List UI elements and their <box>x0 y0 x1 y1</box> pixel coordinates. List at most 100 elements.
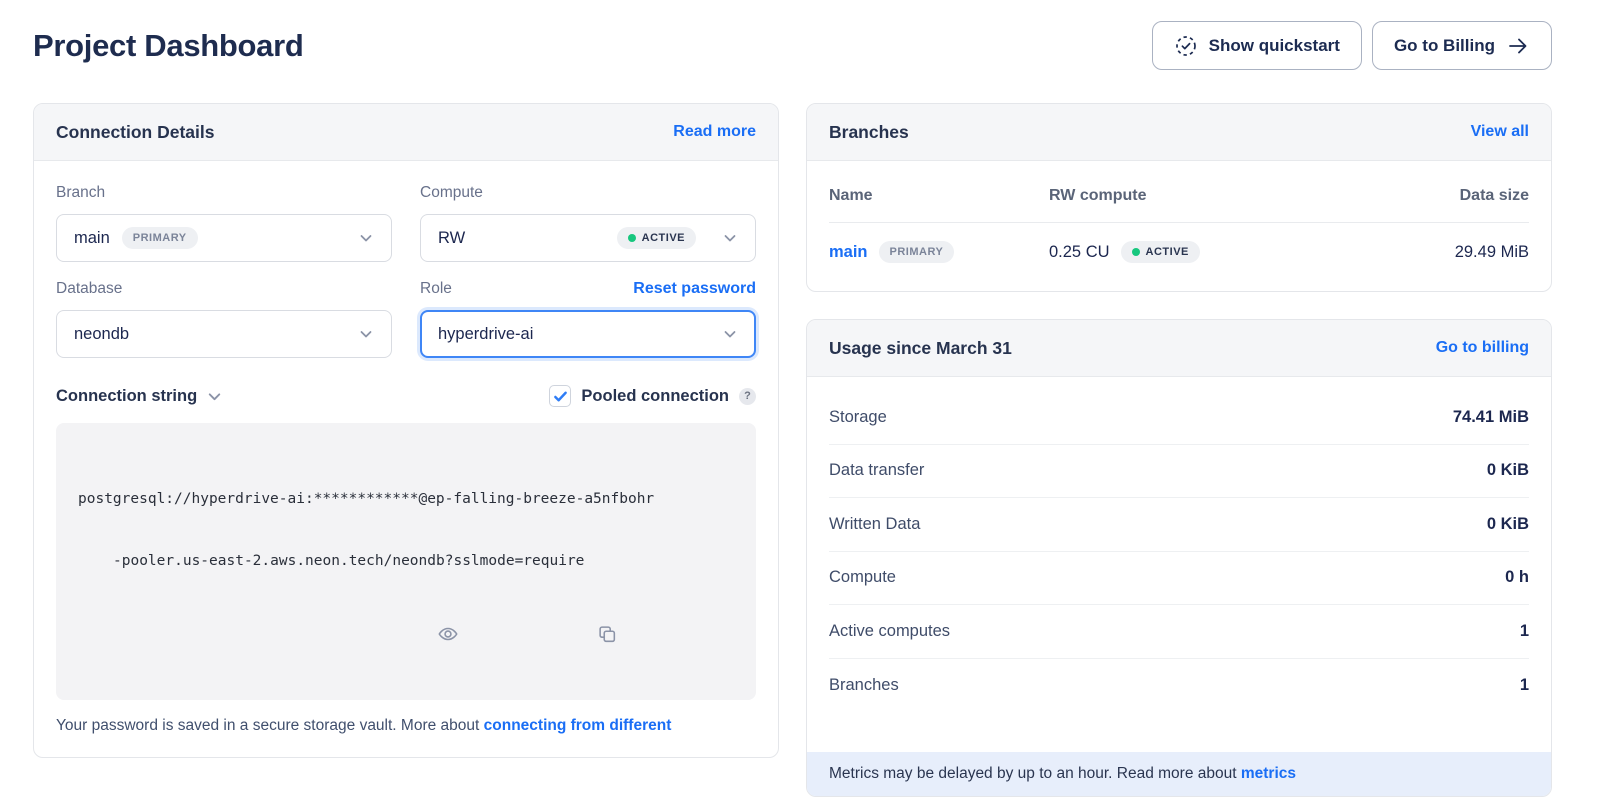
go-to-billing-link[interactable]: Go to billing <box>1436 339 1529 357</box>
branch-label: Branch <box>56 184 105 202</box>
connection-string-box[interactable]: postgresql://hyperdrive-ai:************@… <box>56 423 756 700</box>
branches-table-header: Name RW compute Data size <box>829 161 1529 223</box>
password-vault-note: Your password is saved in a secure stora… <box>56 717 756 735</box>
column-name: Name <box>829 187 1049 205</box>
branch-select[interactable]: main PRIMARY <box>56 214 392 262</box>
compute-select[interactable]: RW ACTIVE <box>420 214 756 262</box>
branches-table: Name RW compute Data size main PRIMARY 0… <box>807 161 1551 291</box>
go-to-billing-button[interactable]: Go to Billing <box>1372 21 1552 70</box>
database-value: neondb <box>74 325 129 344</box>
show-quickstart-button[interactable]: Show quickstart <box>1152 21 1362 70</box>
role-label: Role <box>420 280 452 298</box>
pooled-connection-group: Pooled connection ? <box>549 385 756 407</box>
usage-label: Written Data <box>829 515 920 534</box>
usage-body: Storage 74.41 MiB Data transfer 0 KiB Wr… <box>807 377 1551 712</box>
status-dot <box>628 234 636 242</box>
branch-data-size: 29.49 MiB <box>1455 243 1529 262</box>
view-all-link[interactable]: View all <box>1471 123 1529 141</box>
help-icon[interactable]: ? <box>739 388 756 405</box>
branch-value: main <box>74 229 110 248</box>
usage-value: 0 KiB <box>1487 515 1529 534</box>
main-content: Connection Details Read more Branch main… <box>0 70 1600 797</box>
show-quickstart-label: Show quickstart <box>1209 36 1340 56</box>
active-badge-label: ACTIVE <box>1146 246 1189 258</box>
primary-badge: PRIMARY <box>879 241 955 263</box>
usage-value: 74.41 MiB <box>1453 408 1529 427</box>
database-field: Database neondb <box>56 279 392 358</box>
left-column: Connection Details Read more Branch main… <box>33 103 779 758</box>
connection-string-toggle[interactable]: Connection string <box>56 387 223 406</box>
usage-card: Usage since March 31 Go to billing Stora… <box>806 319 1552 797</box>
usage-label: Branches <box>829 676 899 695</box>
connection-details-title: Connection Details <box>56 122 215 143</box>
usage-row-branches: Branches 1 <box>829 659 1529 713</box>
chevron-down-icon <box>206 388 223 405</box>
usage-value: 0 KiB <box>1487 461 1529 480</box>
connection-string-line1: postgresql://hyperdrive-ai:************@… <box>78 489 734 510</box>
database-select[interactable]: neondb <box>56 310 392 358</box>
branches-card: Branches View all Name RW compute Data s… <box>806 103 1552 292</box>
column-data-size: Data size <box>1460 187 1529 205</box>
usage-row-data-transfer: Data transfer 0 KiB <box>829 445 1529 499</box>
connection-details-header: Connection Details Read more <box>34 104 778 161</box>
branch-field: Branch main PRIMARY <box>56 183 392 262</box>
header-actions: Show quickstart Go to Billing <box>1152 21 1552 70</box>
chevron-down-icon <box>722 326 738 342</box>
role-field: Role Reset password hyperdrive-ai <box>420 279 756 358</box>
copy-icon <box>596 582 736 686</box>
quickstart-check-icon <box>1174 34 1198 58</box>
compute-value: RW <box>438 229 465 248</box>
usage-value: 0 h <box>1505 568 1529 587</box>
password-vault-text: Your password is saved in a secure stora… <box>56 717 484 734</box>
branch-name-link[interactable]: main <box>829 243 868 262</box>
chevron-down-icon <box>358 230 374 246</box>
topbar: Project Dashboard Show quickstart Go to … <box>0 0 1600 70</box>
branch-compute-value: 0.25 CU <box>1049 243 1110 262</box>
connection-string-line2: -pooler.us-east-2.aws.neon.tech/neondb?s… <box>78 551 734 572</box>
reset-password-link[interactable]: Reset password <box>633 280 756 298</box>
usage-value: 1 <box>1520 676 1529 695</box>
metrics-link[interactable]: metrics <box>1241 765 1296 782</box>
arrow-right-icon <box>1506 34 1530 58</box>
role-select[interactable]: hyperdrive-ai <box>420 310 756 358</box>
metrics-notice-text: Metrics may be delayed by up to an hour.… <box>829 765 1241 782</box>
eye-icon <box>437 582 577 686</box>
go-to-billing-label: Go to Billing <box>1394 36 1495 56</box>
active-badge: ACTIVE <box>1121 241 1200 263</box>
column-rw-compute: RW compute <box>1049 187 1460 205</box>
usage-label: Active computes <box>829 622 950 641</box>
reveal-password-button[interactable] <box>437 582 577 686</box>
pooled-connection-checkbox[interactable] <box>549 385 571 407</box>
usage-header: Usage since March 31 Go to billing <box>807 320 1551 377</box>
usage-row-storage: Storage 74.41 MiB <box>829 391 1529 445</box>
usage-label: Data transfer <box>829 461 924 480</box>
connection-string-label: Connection string <box>56 387 197 406</box>
status-dot <box>1132 248 1140 256</box>
usage-row-written-data: Written Data 0 KiB <box>829 498 1529 552</box>
connection-string-row: Connection string Pooled connection ? <box>56 385 756 407</box>
copy-button[interactable] <box>596 582 736 686</box>
compute-label: Compute <box>420 184 483 202</box>
connecting-from-different-link[interactable]: connecting from different <box>484 717 672 734</box>
database-label: Database <box>56 280 122 298</box>
connection-details-body: Branch main PRIMARY Compute <box>34 161 778 757</box>
compute-field: Compute RW ACTIVE <box>420 183 756 262</box>
chevron-down-icon <box>722 230 738 246</box>
metrics-notice: Metrics may be delayed by up to an hour.… <box>807 752 1551 796</box>
chevron-down-icon <box>358 326 374 342</box>
usage-value: 1 <box>1520 622 1529 641</box>
page-title: Project Dashboard <box>33 28 304 64</box>
usage-row-compute: Compute 0 h <box>829 552 1529 606</box>
usage-label: Compute <box>829 568 896 587</box>
usage-label: Storage <box>829 408 887 427</box>
branch-row: main PRIMARY 0.25 CU ACTIVE 29.49 MiB <box>829 223 1529 265</box>
usage-row-active-computes: Active computes 1 <box>829 605 1529 659</box>
role-value: hyperdrive-ai <box>438 325 533 344</box>
branches-header: Branches View all <box>807 104 1551 161</box>
right-column: Branches View all Name RW compute Data s… <box>806 103 1552 797</box>
usage-title: Usage since March 31 <box>829 338 1012 359</box>
active-badge-label: ACTIVE <box>642 232 685 244</box>
branches-title: Branches <box>829 122 909 143</box>
pooled-connection-label: Pooled connection <box>581 387 729 406</box>
read-more-link[interactable]: Read more <box>673 123 756 141</box>
